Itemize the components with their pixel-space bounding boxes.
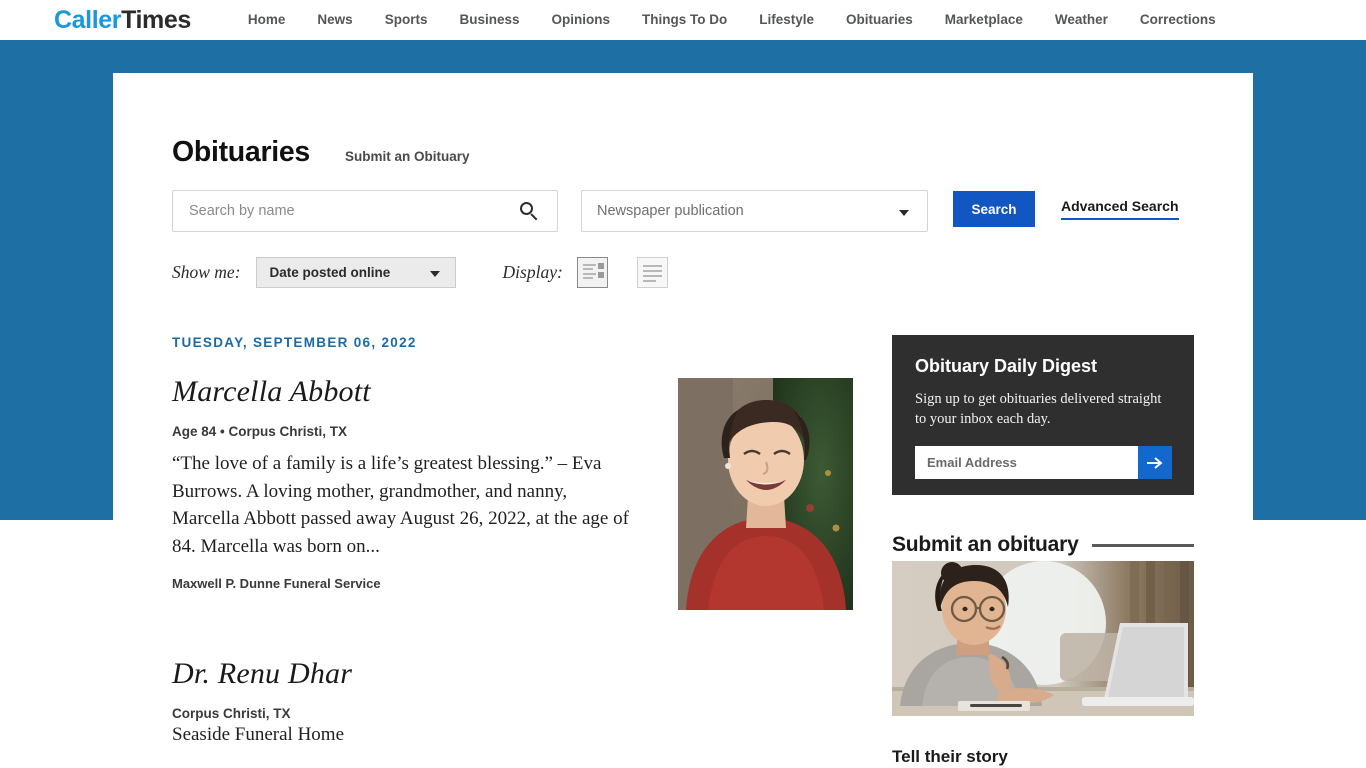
search-row: Newspaper publication Search Advanced Se… [172,190,1179,232]
nav-item-news[interactable]: News [301,0,368,40]
digest-signup-form [915,446,1172,479]
digest-description: Sign up to get obituaries delivered stra… [915,391,1162,427]
nav-item-home[interactable]: Home [232,0,302,40]
filter-row: Show me: Date posted online Display: [172,257,668,288]
search-button[interactable]: Search [953,191,1035,227]
nav-item-weather[interactable]: Weather [1039,0,1124,40]
page-title: Obituaries [172,136,310,168]
logo-first-word: Caller [54,5,122,34]
arrow-right-icon [1146,456,1162,469]
submit-obituary-link[interactable]: Submit an Obituary [345,149,470,164]
digest-submit-button[interactable] [1138,446,1172,479]
logo-second-word: Times [121,5,191,34]
nav-item-lifestyle[interactable]: Lifestyle [743,0,830,40]
obituary-daily-digest-card: Obituary Daily Digest Sign up to get obi… [892,335,1194,495]
compact-list-view-icon[interactable] [636,257,668,288]
heading-rule [1091,543,1194,547]
obituary-entry[interactable]: Marcella Abbott Age 84 • Corpus Christi,… [172,375,632,591]
obituary-name[interactable]: Dr. Renu Dhar [172,657,632,691]
obituary-funeral-home: Seaside Funeral Home [172,724,345,745]
publication-select-value: Newspaper publication [597,203,744,219]
nav-item-obituaries[interactable]: Obituaries [830,0,929,40]
woman-at-laptop-illustration [892,561,1194,716]
nav-item-opinions[interactable]: Opinions [536,0,627,40]
obituary-funeral-home: Maxwell P. Dunne Funeral Service [172,576,381,591]
obituary-excerpt: “The love of a family is a life’s greate… [172,453,629,557]
search-input[interactable] [173,203,503,219]
digest-title: Obituary Daily Digest [915,356,1098,376]
show-me-label: Show me: [172,262,241,282]
site-header: CallerTimes Home News Sports Business Op… [0,0,1366,40]
main-navigation: Home News Sports Business Opinions Thing… [232,0,1232,40]
obituary-meta: Age 84 • Corpus Christi, TX [172,424,348,439]
chevron-down-icon [899,210,909,216]
site-logo[interactable]: CallerTimes [54,6,191,35]
sort-dropdown[interactable]: Date posted online [255,257,456,288]
search-icon[interactable] [520,202,539,221]
publication-select[interactable]: Newspaper publication [581,190,928,232]
nav-item-sports[interactable]: Sports [369,0,444,40]
submit-obituary-heading-row: Submit an obituary [892,533,1194,557]
grid-with-thumbnails-view-icon[interactable] [576,257,608,288]
promo-caption: Tell their story [892,747,1008,766]
sort-dropdown-value: Date posted online [269,265,391,280]
listing-date-heading: TUESDAY, SEPTEMBER 06, 2022 [172,335,417,350]
obituary-name[interactable]: Marcella Abbott [172,375,632,409]
page-heading-row: Obituaries Submit an Obituary [172,136,469,169]
email-field[interactable] [915,446,1138,479]
obituary-portrait-photo [678,378,853,610]
display-label: Display: [502,262,563,282]
submit-obituary-heading: Submit an obituary [892,533,1079,556]
submit-obituary-promo-image[interactable] [892,561,1194,716]
nav-item-corrections[interactable]: Corrections [1124,0,1232,40]
portrait-illustration [678,378,853,610]
obituary-entry[interactable]: Dr. Renu Dhar Corpus Christi, TX Seaside… [172,657,632,746]
nav-item-things-to-do[interactable]: Things To Do [626,0,743,40]
search-name-field[interactable] [172,190,558,232]
obituary-meta: Corpus Christi, TX [172,706,291,721]
content-card: Obituaries Submit an Obituary Newspaper … [113,73,1253,768]
advanced-search-link[interactable]: Advanced Search [1061,198,1179,220]
nav-item-marketplace[interactable]: Marketplace [929,0,1039,40]
chevron-down-icon [429,271,440,277]
nav-item-business[interactable]: Business [443,0,535,40]
